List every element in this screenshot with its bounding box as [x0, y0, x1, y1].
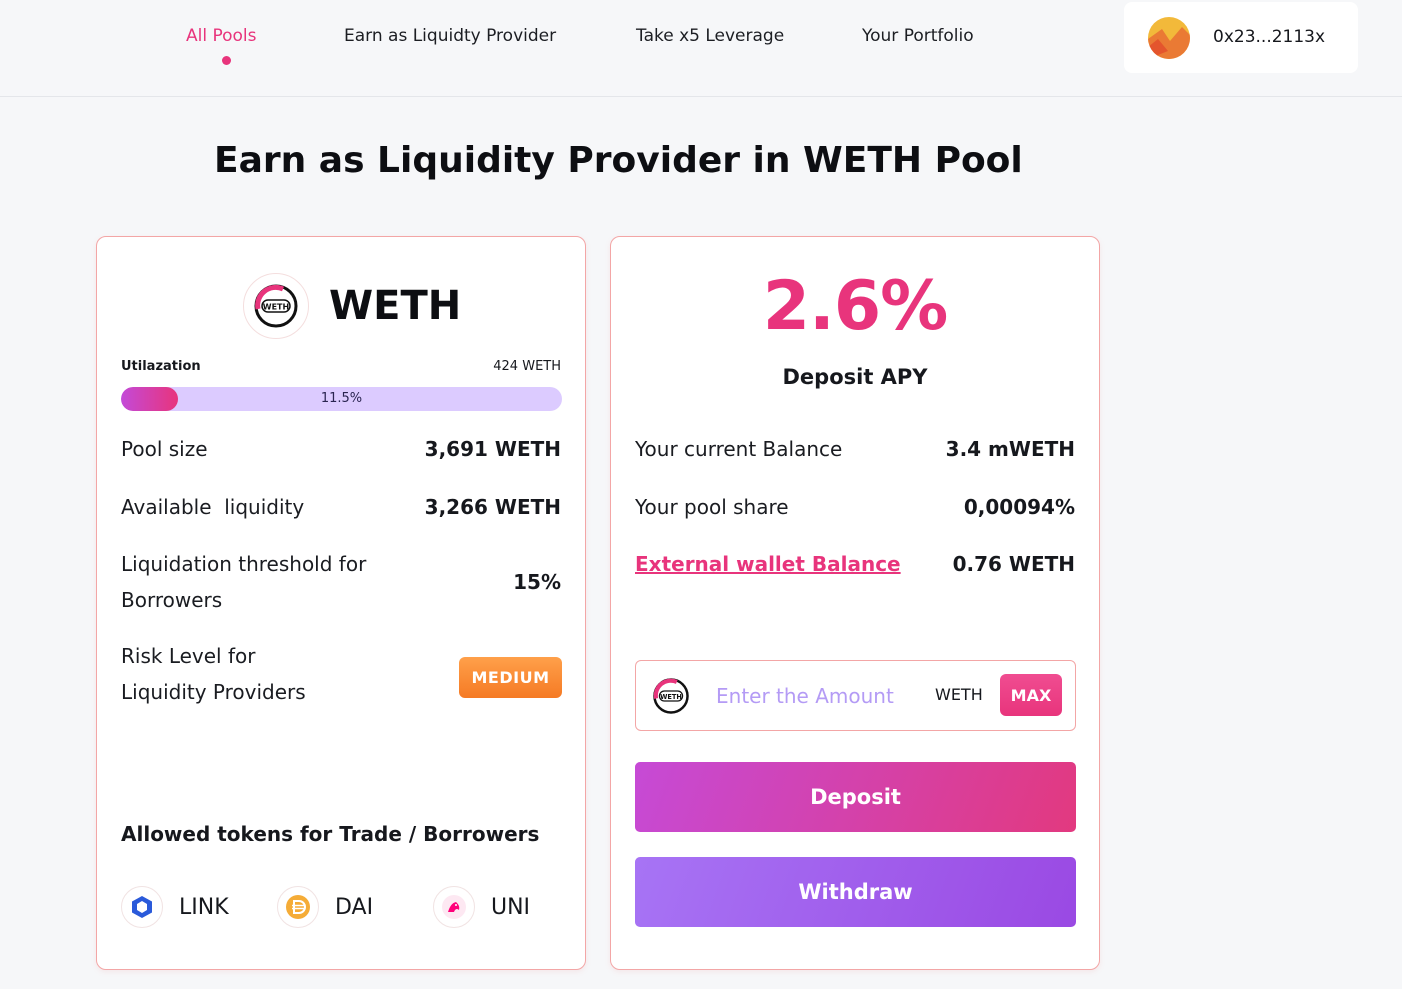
svg-text:WETH: WETH: [263, 303, 289, 312]
pool-share-label: Your pool share: [635, 495, 789, 519]
svg-text:WETH: WETH: [660, 693, 682, 701]
risk-level-badge: MEDIUM: [459, 657, 562, 698]
deposit-apy-label: Deposit APY: [782, 365, 928, 389]
external-wallet-balance-link[interactable]: External wallet Balance: [635, 546, 901, 582]
wallet-address: 0x23...2113x: [1213, 27, 1326, 47]
external-wallet-balance-value: 0.76 WETH: [952, 552, 1075, 576]
weth-icon: WETH: [243, 273, 309, 339]
current-balance-label: Your current Balance: [635, 437, 843, 461]
weth-icon: WETH: [652, 677, 690, 715]
avatar-icon: [1148, 17, 1190, 59]
current-balance-value: 3.4 mWETH: [945, 437, 1075, 461]
pool-token-name: WETH: [329, 283, 462, 329]
pool-share-value: 0,00094%: [963, 495, 1075, 519]
nav-take-leverage[interactable]: Take x5 Leverage: [636, 26, 784, 46]
utilization-label: Utilazation: [121, 359, 201, 374]
allowed-tokens-title: Allowed tokens for Trade / Borrowers: [121, 822, 540, 846]
allowed-token-label: DAI: [335, 894, 374, 920]
allowed-token-uni: UNI: [433, 885, 530, 929]
utilization-percent: 11.5%: [320, 391, 363, 406]
withdraw-button[interactable]: Withdraw: [635, 857, 1076, 927]
utilization-progress-bar: 11.5%: [121, 387, 562, 411]
amount-input[interactable]: [716, 681, 916, 711]
pool-info-card: WETH WETH Utilazation 424 WETH 11.5% Poo…: [96, 236, 586, 970]
wallet-button[interactable]: 0x23...2113x: [1124, 2, 1358, 73]
allowed-token-label: UNI: [491, 894, 531, 920]
available-liquidity-value: 3,266 WETH: [424, 495, 561, 519]
top-navigation-bar: All Pools Earn as Liquidty Provider Take…: [0, 0, 1402, 97]
uni-icon: [433, 886, 475, 928]
page-title: Earn as Liquidity Provider in WETH Pool: [214, 140, 1023, 181]
dai-icon: [277, 886, 319, 928]
active-nav-indicator: [222, 56, 231, 65]
amount-unit-label: WETH: [935, 685, 983, 704]
liquidation-threshold-label: Liquidation threshold for Borrowers: [121, 552, 367, 612]
deposit-card: 2.6% Deposit APY Your current Balance 3.…: [610, 236, 1100, 970]
pool-size-value: 3,691 WETH: [424, 437, 561, 461]
allowed-token-label: LINK: [179, 894, 229, 920]
deposit-apy-value: 2.6%: [762, 267, 949, 346]
allowed-token-link: LINK: [121, 885, 229, 929]
nav-all-pools[interactable]: All Pools: [186, 26, 257, 46]
allowed-token-dai: DAI: [277, 885, 373, 929]
deposit-button[interactable]: Deposit: [635, 762, 1076, 832]
utilization-cap: 424 WETH: [493, 359, 561, 374]
amount-input-box: WETH WETH MAX: [635, 660, 1076, 731]
nav-earn-liquidity-provider[interactable]: Earn as Liquidty Provider: [344, 26, 556, 46]
available-liquidity-label: Available liquidity: [121, 495, 305, 519]
risk-level-label: Risk Level for Liquidity Providers: [121, 644, 306, 704]
max-button[interactable]: MAX: [1000, 674, 1062, 716]
nav-your-portfolio[interactable]: Your Portfolio: [862, 26, 974, 46]
liquidation-threshold-value: 15%: [513, 570, 561, 594]
link-icon: [121, 886, 163, 928]
pool-size-label: Pool size: [121, 437, 208, 461]
